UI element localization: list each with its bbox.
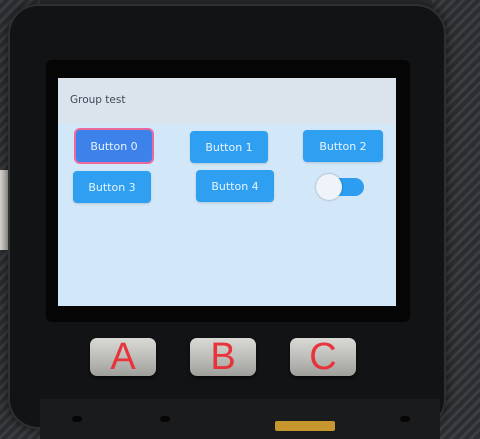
hardware-label-a: A [110,336,136,378]
hardware-label-c: C [309,336,337,378]
usb-port [275,421,335,431]
switch-knob [316,174,342,200]
mount-hole [72,416,82,422]
button-0[interactable]: Button 0 [76,130,152,162]
device-bottom-edge [40,399,440,439]
lcd-screen: Group test Button 0 Button 1 Button 2 Bu… [58,78,396,306]
button-1[interactable]: Button 1 [190,131,268,163]
hardware-label-b: B [210,336,236,378]
group-title: Group test [70,94,126,106]
button-4[interactable]: Button 4 [196,170,274,202]
mount-hole [400,416,410,422]
mount-hole [160,416,170,422]
button-2[interactable]: Button 2 [303,130,383,162]
button-3[interactable]: Button 3 [73,171,151,203]
title-bar: Group test [58,78,396,124]
toggle-switch[interactable] [316,174,364,200]
